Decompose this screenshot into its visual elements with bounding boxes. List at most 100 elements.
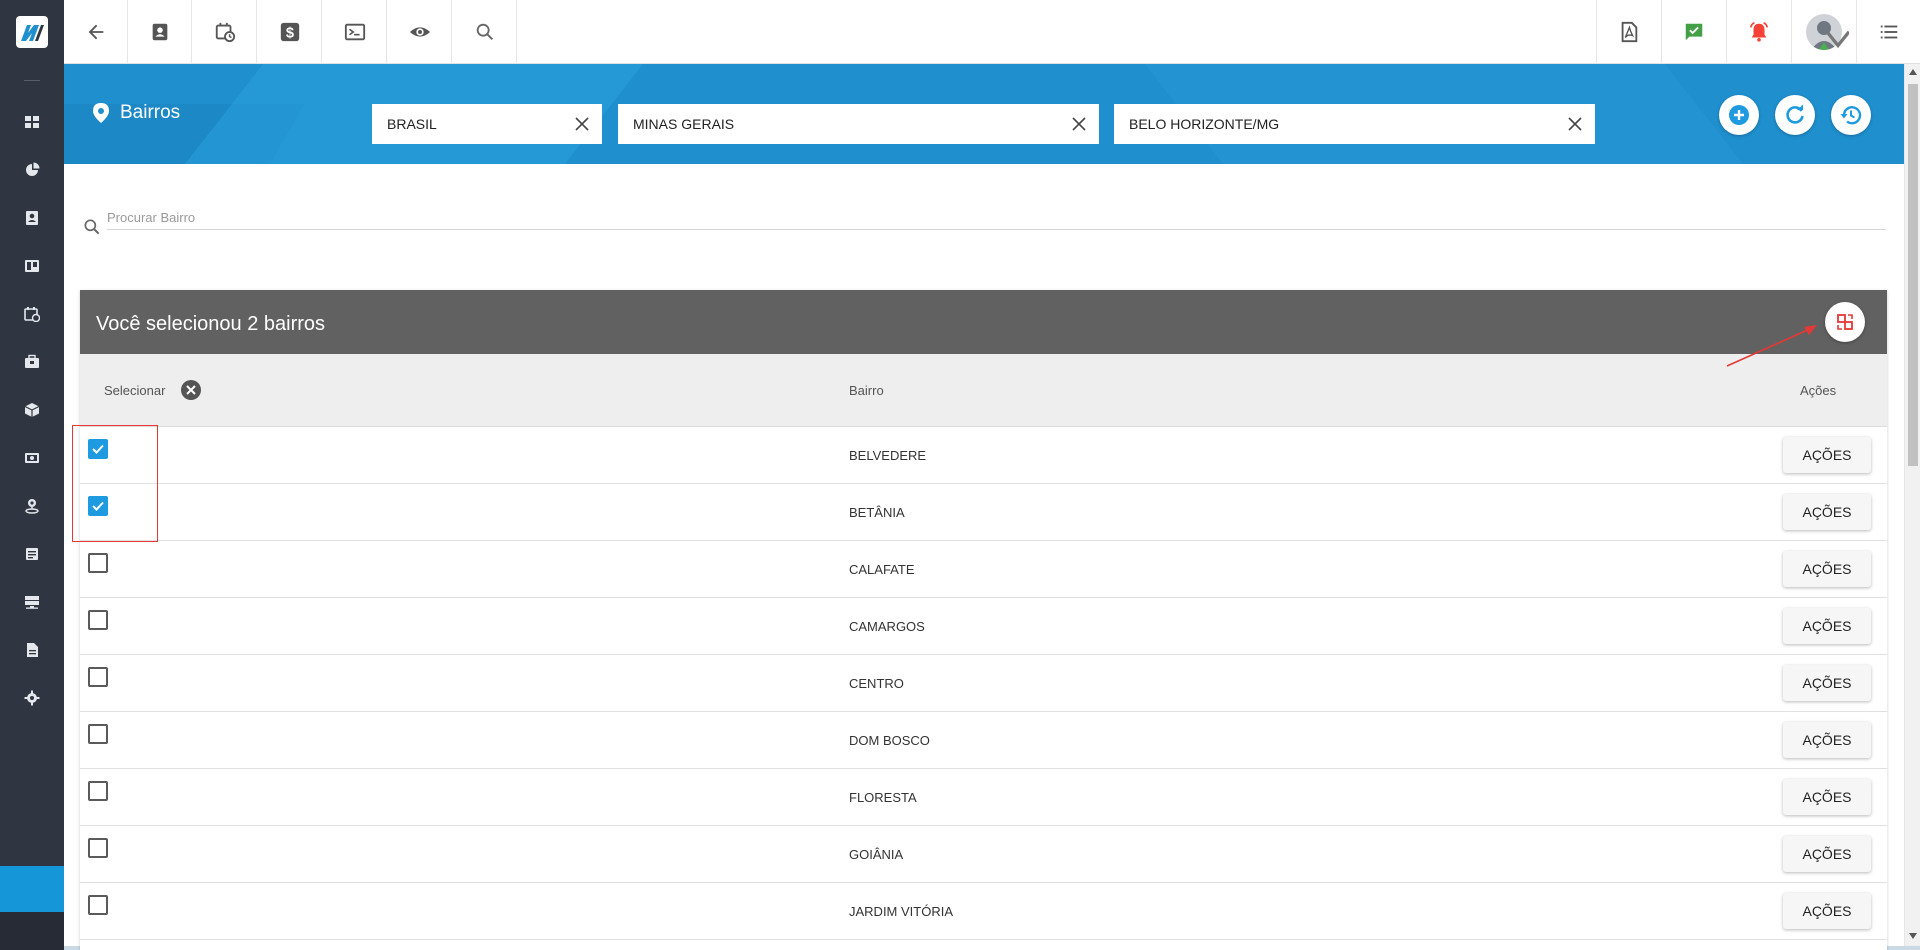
file-icon (27, 643, 38, 657)
scroll-down-icon[interactable] (1909, 933, 1917, 939)
country-filter-value: BRASIL (387, 116, 437, 132)
actions-button[interactable]: AÇÕES (1783, 608, 1871, 644)
table-row: CAMARGOS AÇÕES (80, 598, 1887, 655)
scroll-thumb[interactable] (1908, 84, 1918, 466)
sidebar-item-board[interactable] (0, 246, 64, 286)
money-icon (25, 453, 39, 463)
state-filter[interactable]: MINAS GERAIS (618, 104, 1099, 144)
add-circle-icon (1729, 105, 1749, 125)
sidebar-item-packages[interactable] (0, 390, 64, 430)
clear-selection-icon[interactable] (180, 379, 202, 401)
refresh-icon (1786, 104, 1804, 124)
messages-button[interactable] (1661, 0, 1725, 63)
pie-chart-icon (26, 162, 40, 176)
search-icon (476, 23, 493, 40)
actions-button[interactable]: AÇÕES (1783, 836, 1871, 872)
refresh-button[interactable] (1775, 95, 1815, 135)
page-scrollbar[interactable] (1904, 64, 1920, 946)
bairro-name: JARDIM VITÓRIA (849, 904, 954, 919)
sidebar-active-indicator[interactable] (0, 866, 64, 912)
state-filter-value: MINAS GERAIS (633, 116, 735, 132)
calendar-clock-icon (215, 22, 235, 42)
country-filter[interactable]: BRASIL (372, 104, 602, 144)
sidebar-item-dashboard[interactable] (0, 102, 64, 142)
settings-icon (24, 690, 40, 706)
sidebar-item-servers[interactable] (0, 582, 64, 622)
sidebar-item-contacts[interactable] (0, 198, 64, 238)
package-icon (24, 403, 40, 417)
actions-button[interactable]: AÇÕES (1783, 893, 1871, 929)
board-icon (25, 260, 39, 272)
actions-button[interactable]: AÇÕES (1783, 551, 1871, 587)
location-pin-icon (93, 103, 109, 123)
scroll-up-icon[interactable] (1909, 69, 1917, 75)
sidebar (0, 0, 64, 950)
sidebar-divider (24, 80, 40, 81)
finance-button[interactable]: $ (258, 0, 322, 63)
sidebar-item-charts[interactable] (0, 150, 64, 190)
alarm-bell-icon (1749, 21, 1768, 42)
search-input[interactable] (107, 200, 1886, 230)
clear-state-icon[interactable] (1071, 116, 1087, 132)
global-search-button[interactable] (453, 0, 517, 63)
column-header-bairro: Bairro (849, 383, 884, 398)
list-menu-icon (1880, 25, 1897, 38)
history-button[interactable] (1831, 95, 1871, 135)
pdf-icon (1621, 21, 1637, 42)
merge-icon (1837, 314, 1853, 330)
annotation-arrow (1726, 325, 1817, 367)
add-button[interactable] (1719, 95, 1759, 135)
page-header: Bairros BRASIL MINAS GERAIS BELO HORIZON… (64, 64, 1904, 164)
clear-city-icon[interactable] (1567, 116, 1583, 132)
contacts-button[interactable] (128, 0, 192, 63)
search-icon (84, 219, 100, 235)
page-title-group: Bairros (92, 102, 180, 124)
sidebar-item-settings[interactable] (0, 678, 64, 718)
row-checkbox[interactable] (88, 895, 108, 915)
eye-icon (409, 26, 430, 37)
row-checkbox[interactable] (88, 781, 108, 801)
actions-button[interactable]: AÇÕES (1783, 437, 1871, 473)
back-button[interactable] (64, 0, 128, 63)
alerts-button[interactable] (1726, 0, 1790, 63)
view-button[interactable] (388, 0, 452, 63)
briefcase-icon (25, 354, 39, 368)
sidebar-item-briefcase[interactable] (0, 342, 64, 382)
column-header-select: Selecionar (104, 383, 166, 398)
row-checkbox[interactable] (88, 610, 108, 630)
actions-button[interactable]: AÇÕES (1783, 779, 1871, 815)
export-pdf-button[interactable] (1596, 0, 1660, 63)
table-row: JARDIM VITÓRIA AÇÕES (80, 883, 1887, 940)
bairro-name: BETÂNIA (849, 505, 905, 520)
row-checkbox[interactable] (88, 667, 108, 687)
chevron-down-icon (1827, 30, 1849, 49)
actions-button[interactable]: AÇÕES (1783, 665, 1871, 701)
schedule-button[interactable] (193, 0, 257, 63)
terminal-button[interactable] (323, 0, 387, 63)
server-icon (25, 596, 39, 609)
main-menu-button[interactable] (1856, 0, 1920, 63)
actions-button[interactable]: AÇÕES (1783, 494, 1871, 530)
city-filter[interactable]: BELO HORIZONTE/MG (1114, 104, 1595, 144)
sidebar-item-files[interactable] (0, 630, 64, 670)
sidebar-footer (0, 912, 64, 950)
actions-button[interactable]: AÇÕES (1783, 722, 1871, 758)
chat-check-icon (1685, 23, 1702, 40)
user-menu-button[interactable] (1791, 0, 1855, 63)
top-toolbar: $ (64, 0, 1920, 64)
selection-header: Você selecionou 2 bairros (80, 290, 1887, 354)
sidebar-item-finance[interactable] (0, 438, 64, 478)
row-checkbox[interactable] (88, 553, 108, 573)
merge-selected-button[interactable] (1825, 302, 1865, 342)
bairro-name: FLORESTA (849, 790, 917, 805)
bairro-name: CENTRO (849, 676, 904, 691)
app-logo[interactable] (16, 16, 48, 48)
document-icon (26, 548, 38, 560)
table-header: Selecionar Bairro Ações (80, 354, 1887, 427)
sidebar-item-calendar[interactable] (0, 294, 64, 334)
sidebar-item-locations[interactable] (0, 486, 64, 526)
clear-country-icon[interactable] (574, 116, 590, 132)
row-checkbox[interactable] (88, 724, 108, 744)
row-checkbox[interactable] (88, 838, 108, 858)
sidebar-item-documents[interactable] (0, 534, 64, 574)
